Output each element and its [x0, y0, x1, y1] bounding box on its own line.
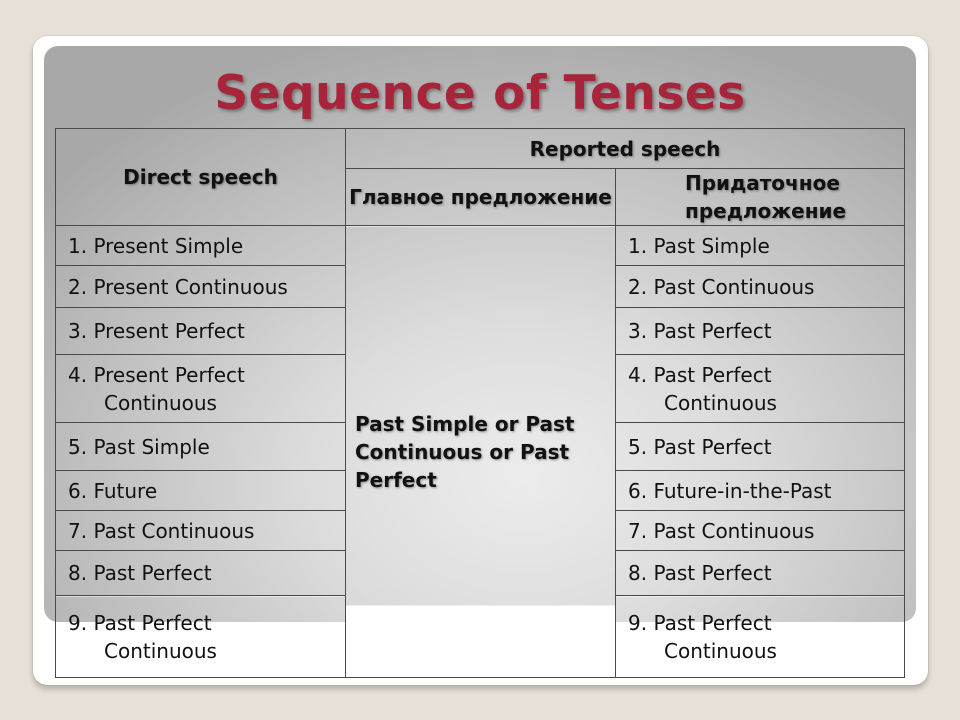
direct-speech-cell: 3. Present Perfect	[55, 307, 346, 355]
direct-speech-text: 3. Present Perfect	[68, 319, 245, 343]
header-reported-speech: Reported speech	[344, 128, 906, 169]
reported-speech-cell: 4. Past Perfect Continuous	[614, 354, 906, 423]
reported-speech-cell: 7. Past Continuous	[614, 510, 906, 551]
header-main-clause: Главное предложение	[345, 168, 616, 226]
header-direct-speech: Direct speech	[55, 128, 346, 226]
direct-speech-cell: 9. Past Perfect Continuous	[55, 595, 346, 678]
direct-speech-text-continued: Continuous	[104, 390, 217, 415]
direct-speech-cell: 4. Present Perfect Continuous	[55, 354, 346, 423]
reported-speech-text: 4. Past Perfect	[628, 362, 772, 387]
reported-speech-cell: 3. Past Perfect	[614, 307, 906, 355]
reported-speech-text: 3. Past Perfect	[628, 319, 772, 343]
reported-speech-cell: 2. Past Continuous	[614, 265, 906, 308]
direct-speech-cell: 5. Past Simple	[55, 422, 346, 471]
reported-speech-text: 6. Future-in-the-Past	[628, 478, 832, 503]
reported-speech-cell: 5. Past Perfect	[614, 422, 906, 471]
reported-speech-text-continued: Continuous	[664, 638, 777, 663]
direct-speech-text: 6. Future	[68, 478, 158, 503]
direct-speech-text: 4. Present Perfect	[68, 362, 245, 387]
reported-speech-text: 9. Past Perfect	[628, 610, 772, 635]
reported-speech-text: 8. Past Perfect	[628, 561, 772, 585]
main-clause-text: Past Simple or Past Continuous or Past P…	[355, 411, 575, 492]
direct-speech-cell: 1. Present Simple	[55, 225, 346, 266]
direct-speech-text: 5. Past Simple	[68, 434, 210, 459]
reported-speech-text: 2. Past Continuous	[628, 274, 815, 299]
direct-speech-text: 7. Past Continuous	[68, 518, 255, 543]
reported-speech-cell: 8. Past Perfect	[614, 550, 906, 596]
header-row: Direct speech Reported speech	[55, 128, 906, 226]
direct-speech-text: 2. Present Continuous	[68, 274, 288, 299]
reported-speech-cell: 6. Future-in-the-Past	[614, 470, 906, 511]
direct-speech-text-continued: Continuous	[104, 638, 217, 663]
direct-speech-text: 9. Past Perfect	[68, 610, 212, 635]
reported-speech-text: 7. Past Continuous	[628, 518, 815, 543]
reported-speech-cell: 1. Past Simple	[614, 225, 906, 266]
direct-speech-cell: 2. Present Continuous	[55, 265, 346, 308]
table-row: 1. Present Simple Past Simple or Past Con…	[55, 225, 906, 678]
reported-speech-cell: 9. Past Perfect Continuous	[614, 595, 906, 678]
slide-title: Sequence of Tenses	[214, 66, 746, 121]
direct-speech-cell: 7. Past Continuous	[55, 510, 346, 551]
reported-speech-text: 1. Past Simple	[628, 233, 770, 258]
header-subordinate-clause-text: Придаточное предложение	[685, 171, 847, 223]
direct-speech-text: 1. Present Simple	[68, 233, 244, 258]
direct-speech-cell: 6. Future	[55, 470, 346, 511]
direct-speech-cell: 8. Past Perfect	[55, 550, 346, 596]
sequence-of-tenses-table: Direct speech Reported speech Главное пр…	[55, 128, 906, 678]
reported-speech-text-continued: Continuous	[664, 390, 777, 415]
direct-speech-text: 8. Past Perfect	[68, 561, 212, 585]
main-clause-cell: Past Simple or Past Continuous or Past P…	[345, 225, 616, 678]
reported-speech-text: 5. Past Perfect	[628, 434, 772, 459]
header-subordinate-clause: Придаточное предложение	[614, 168, 906, 226]
